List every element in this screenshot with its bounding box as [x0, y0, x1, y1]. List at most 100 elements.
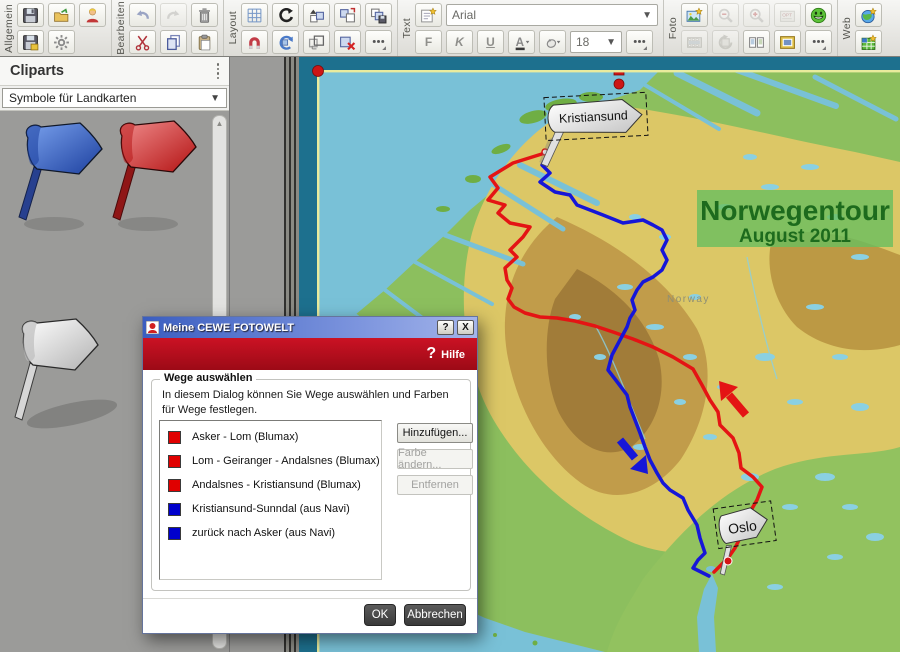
cewe-fotowelt-window: AllgemeinBearbeitenLayoutTextArial▼FKUA1… [0, 0, 900, 652]
smiley-icon [810, 7, 827, 24]
font-color-icon: A [513, 34, 530, 51]
more-icon [810, 34, 827, 51]
web-gallery-button[interactable] [855, 30, 882, 54]
undo-button[interactable] [129, 3, 156, 27]
country-label: Norway [667, 294, 710, 305]
cut-scissors-icon [134, 34, 151, 51]
rotate-object-icon [277, 7, 294, 24]
dialog-close-button[interactable]: X [457, 320, 474, 335]
send-backward-button[interactable] [334, 3, 361, 27]
photo-border-button[interactable] [774, 30, 801, 54]
scroll-up-icon[interactable]: ▲ [213, 116, 226, 128]
more-button[interactable] [805, 30, 832, 54]
photo-optimize-icon: OPT [779, 7, 796, 24]
dialog-help-button[interactable]: ? [437, 320, 454, 335]
trash-button[interactable] [191, 3, 218, 27]
dialog-titlebar[interactable]: Meine CEWE FOTOWELT ? X [143, 317, 477, 338]
route-label: Asker - Lom (Blumax) [192, 431, 298, 443]
web-globe-button[interactable] [855, 3, 882, 27]
route-list-item[interactable]: Andalsnes - Kristiansund (Blumax) [160, 473, 381, 497]
blue-flag-clipart[interactable] [19, 123, 102, 231]
italic-button[interactable]: K [446, 30, 473, 54]
arrange-button[interactable] [303, 30, 330, 54]
chevron-down-icon: ▼ [600, 37, 616, 48]
zoom-out-button[interactable] [712, 3, 739, 27]
copy-icon [165, 34, 182, 51]
grid-button[interactable] [241, 3, 268, 27]
toolbar-group-text: Text Arial▼FKUA 18▼ [397, 0, 663, 56]
font-size-select[interactable]: 18▼ [570, 31, 622, 53]
font-color-button[interactable]: A [508, 30, 535, 54]
magnet-snap-icon [246, 34, 263, 51]
toolbar-group-label: Text [401, 17, 413, 39]
cliparts-panel-title: Cliparts [10, 63, 64, 79]
delete-object-button[interactable] [334, 30, 361, 54]
save-icon [22, 7, 39, 24]
remove-route-button[interactable]: Entfernen [397, 475, 473, 495]
route-list-item[interactable]: Lom - Geiranger - Andalsnes (Blumax) [160, 449, 381, 473]
smiley-button[interactable] [805, 3, 832, 27]
more-button[interactable] [365, 30, 392, 54]
route-listbox[interactable]: Asker - Lom (Blumax) Lom - Geiranger - An… [159, 420, 382, 580]
rotation-handle-dot[interactable] [614, 79, 624, 89]
route-list-item[interactable]: zurück nach Asker (aus Navi) [160, 521, 381, 545]
rotate-right-button[interactable] [272, 30, 299, 54]
photo-optimize-button[interactable]: OPT [774, 3, 801, 27]
add-route-button[interactable]: Hinzufügen... [397, 423, 473, 443]
cut-scissors-button[interactable] [129, 30, 156, 54]
route-list-item[interactable]: Kristiansund-Sunndal (aus Navi) [160, 497, 381, 521]
rotate-photo-icon [717, 34, 734, 51]
more-button[interactable] [626, 30, 653, 54]
bring-forward-icon [308, 7, 325, 24]
route-list-item[interactable]: Asker - Lom (Blumax) [160, 425, 381, 449]
rotate-object-button[interactable] [272, 3, 299, 27]
film-button[interactable] [681, 30, 708, 54]
bold-button[interactable]: F [415, 30, 442, 54]
save-layout-button[interactable] [365, 3, 392, 27]
bring-forward-button[interactable] [303, 3, 330, 27]
ok-button[interactable]: OK [364, 604, 396, 626]
add-photo-button[interactable] [681, 3, 708, 27]
open-folder-button[interactable] [48, 3, 75, 27]
help-link[interactable]: ? Hilfe [426, 345, 465, 363]
panel-drag-handle-icon[interactable] [217, 63, 220, 79]
paste-button[interactable] [191, 30, 218, 54]
white-flag-clipart[interactable] [15, 319, 119, 434]
save-button[interactable] [17, 3, 44, 27]
photo-frames-button[interactable] [743, 30, 770, 54]
fill-color-icon [544, 34, 561, 51]
rotate-photo-button[interactable] [712, 30, 739, 54]
dialog-title: Meine CEWE FOTOWELT [163, 322, 294, 334]
film-icon [686, 34, 703, 51]
save-as-button[interactable] [17, 30, 44, 54]
font-family-select[interactable]: Arial▼ [446, 4, 658, 26]
change-color-button[interactable]: Farbe ändern... [397, 449, 473, 469]
redo-button[interactable] [160, 3, 187, 27]
delete-object-icon [339, 34, 356, 51]
page-margin-guide-h [317, 70, 900, 72]
open-folder-icon [53, 7, 70, 24]
user-profile-button[interactable] [79, 3, 106, 27]
add-text-button[interactable] [415, 3, 442, 27]
add-text-icon [420, 7, 437, 24]
route-color-swatch [168, 503, 181, 516]
question-mark-icon: ? [426, 345, 436, 363]
route-color-swatch [168, 479, 181, 492]
trash-icon [196, 7, 213, 24]
photo-border-icon [779, 34, 796, 51]
clipart-category-select[interactable]: Symbole für Landkarten ▼ [2, 88, 227, 108]
groupbox-title: Wege auswählen [160, 372, 256, 384]
copy-button[interactable] [160, 30, 187, 54]
map-title-badge[interactable]: Norwegentour August 2011 [697, 190, 893, 247]
toolbar-group-label: Foto [667, 16, 679, 40]
route-label: Lom - Geiranger - Andalsnes (Blumax) [192, 455, 380, 467]
settings-gear-button[interactable] [48, 30, 75, 54]
red-flag-clipart[interactable] [113, 121, 196, 231]
magnet-snap-button[interactable] [241, 30, 268, 54]
zoom-in-button[interactable] [743, 3, 770, 27]
cancel-button[interactable]: Abbrechen [404, 604, 466, 626]
page-corner-handle[interactable] [313, 66, 324, 77]
underline-button[interactable]: U [477, 30, 504, 54]
fill-color-button[interactable] [539, 30, 566, 54]
paste-icon [196, 34, 213, 51]
